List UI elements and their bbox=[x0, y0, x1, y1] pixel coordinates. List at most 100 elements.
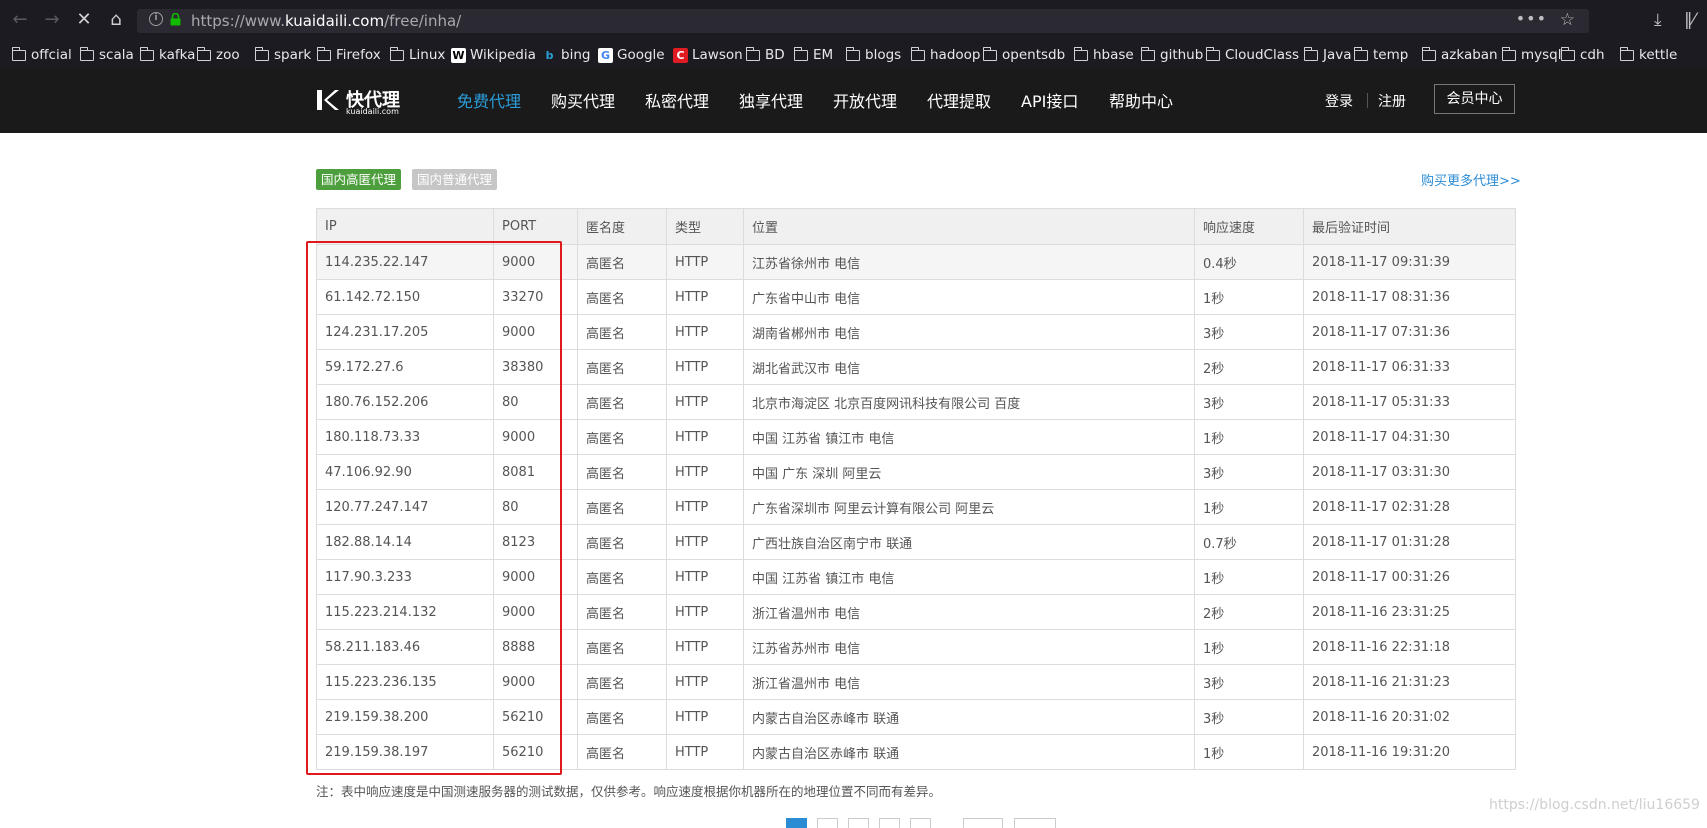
library-icon[interactable]: ‖⁄ bbox=[1684, 10, 1695, 30]
cell-ip: 219.159.38.197 bbox=[316, 734, 494, 770]
page-actions-icon[interactable]: ••• bbox=[1516, 9, 1547, 28]
cell-location: 北京市海淀区 北京百度网讯科技有限公司 百度 bbox=[743, 384, 1195, 420]
bookmark-blogs[interactable]: blogs bbox=[845, 46, 901, 64]
bookmark-label: github bbox=[1160, 47, 1204, 63]
bookmark-linux[interactable]: Linux bbox=[389, 46, 445, 64]
bookmark-bd[interactable]: BD bbox=[745, 46, 785, 64]
kuaidaili-logo-icon bbox=[317, 90, 339, 110]
cell-verified-time: 2018-11-17 00:31:26 bbox=[1303, 559, 1516, 595]
bookmark-scala[interactable]: scala bbox=[79, 46, 134, 64]
cell-ip: 180.118.73.33 bbox=[316, 419, 494, 455]
pagination-page[interactable] bbox=[817, 818, 838, 828]
table-row: 47.106.92.90 8081 高匿名 HTTP 中国 广东 深圳 阿里云 3秒 201… bbox=[316, 454, 1516, 490]
cell-type: HTTP bbox=[666, 664, 744, 700]
bookmark-java[interactable]: Java bbox=[1303, 46, 1352, 64]
cell-verified-time: 2018-11-17 04:31:30 bbox=[1303, 419, 1516, 455]
cell-port: 8888 bbox=[493, 629, 578, 665]
bookmark-em[interactable]: EM bbox=[793, 46, 833, 64]
cell-ip: 114.235.22.147 bbox=[316, 244, 494, 280]
tab-domestic-high-anonymous[interactable]: 国内高匿代理 bbox=[316, 169, 402, 190]
stop-loading-icon[interactable]: ✕ bbox=[72, 8, 96, 32]
cell-type: HTTP bbox=[666, 454, 744, 490]
bookmark-lawson[interactable]: C Lawson bbox=[673, 46, 743, 64]
cell-port: 56210 bbox=[493, 734, 578, 770]
pagination-page[interactable] bbox=[786, 818, 807, 828]
download-icon[interactable]: ⤓ bbox=[1654, 10, 1662, 30]
bookmark-star-icon[interactable]: ☆ bbox=[1560, 10, 1575, 30]
nav-api[interactable]: API接口 bbox=[1021, 88, 1078, 112]
column-header-speed: 响应速度 bbox=[1194, 208, 1304, 245]
cell-anonymity: 高匿名 bbox=[577, 699, 667, 735]
cell-port: 9000 bbox=[493, 419, 578, 455]
bookmark-firefox[interactable]: Firefox bbox=[316, 46, 381, 64]
register-link[interactable]: 注册 bbox=[1378, 91, 1406, 111]
bookmark-zoo[interactable]: zoo bbox=[196, 46, 240, 64]
cell-verified-time: 2018-11-17 06:31:33 bbox=[1303, 349, 1516, 385]
cell-location: 江苏省徐州市 电信 bbox=[743, 244, 1195, 280]
member-center-button[interactable]: 会员中心 bbox=[1434, 84, 1515, 114]
cell-speed: 2秒 bbox=[1194, 349, 1304, 385]
cell-port: 8081 bbox=[493, 454, 578, 490]
address-bar[interactable]: i https://www.kuaidaili.com/free/inha/ •… bbox=[137, 9, 1589, 33]
cell-ip: 115.223.236.135 bbox=[316, 664, 494, 700]
bookmark-spark[interactable]: spark bbox=[254, 46, 311, 64]
nav-free-proxy[interactable]: 免费代理 bbox=[457, 88, 521, 112]
nav-help-center[interactable]: 帮助中心 bbox=[1109, 88, 1173, 112]
cell-port: 9000 bbox=[493, 594, 578, 630]
nav-proxy-extract[interactable]: 代理提取 bbox=[927, 88, 991, 112]
cell-anonymity: 高匿名 bbox=[577, 384, 667, 420]
login-link[interactable]: 登录 bbox=[1325, 91, 1353, 111]
cell-verified-time: 2018-11-16 19:31:20 bbox=[1303, 734, 1516, 770]
table-row: 115.223.214.132 9000 高匿名 HTTP 浙江省温州市 电信 2秒 201… bbox=[316, 594, 1516, 630]
bookmark-bing[interactable]: b bing bbox=[542, 46, 591, 64]
pagination-page[interactable] bbox=[879, 818, 900, 828]
tab-domestic-normal[interactable]: 国内普通代理 bbox=[412, 169, 498, 190]
pagination-page[interactable] bbox=[963, 818, 1003, 828]
bookmark-wikipedia[interactable]: W Wikipedia bbox=[451, 46, 536, 64]
cell-ip: 59.172.27.6 bbox=[316, 349, 494, 385]
folder-icon bbox=[1501, 46, 1516, 61]
nav-open-proxy[interactable]: 开放代理 bbox=[833, 88, 897, 112]
bookmark-kettle[interactable]: kettle bbox=[1619, 46, 1677, 64]
nav-exclusive-proxy[interactable]: 独享代理 bbox=[739, 88, 803, 112]
bookmark-offcial[interactable]: offcial bbox=[11, 46, 72, 64]
bookmark-mysql[interactable]: mysql bbox=[1501, 46, 1562, 64]
nav-private-proxy[interactable]: 私密代理 bbox=[645, 88, 709, 112]
bookmark-opentsdb[interactable]: opentsdb bbox=[982, 46, 1065, 64]
bookmark-kafka[interactable]: kafka bbox=[139, 46, 195, 64]
cell-location: 广东省深圳市 阿里云计算有限公司 阿里云 bbox=[743, 489, 1195, 525]
bookmark-cloudclass[interactable]: CloudClass bbox=[1205, 46, 1300, 64]
back-icon[interactable]: ← bbox=[8, 8, 32, 32]
table-row: 182.88.14.14 8123 高匿名 HTTP 广西壮族自治区南宁市 联通 0.7秒… bbox=[316, 524, 1516, 560]
cell-speed: 0.4秒 bbox=[1194, 244, 1304, 280]
bookmark-temp[interactable]: temp bbox=[1353, 46, 1408, 64]
bookmark-label: CloudClass bbox=[1225, 47, 1300, 63]
bookmark-github[interactable]: github bbox=[1140, 46, 1204, 64]
pagination-page[interactable] bbox=[910, 818, 931, 828]
bookmark-hadoop[interactable]: hadoop bbox=[910, 46, 981, 64]
cell-location: 湖南省郴州市 电信 bbox=[743, 314, 1195, 350]
bookmark-azkaban[interactable]: azkaban bbox=[1421, 46, 1498, 64]
buy-more-proxy-link[interactable]: 购买更多代理>> bbox=[1421, 170, 1521, 189]
forward-icon[interactable]: → bbox=[40, 8, 64, 32]
cell-type: HTTP bbox=[666, 349, 744, 385]
home-icon[interactable]: ⌂ bbox=[104, 8, 128, 32]
bookmark-google[interactable]: G Google bbox=[598, 46, 665, 64]
site-info-icon[interactable]: i bbox=[149, 12, 163, 26]
bookmark-cdh[interactable]: cdh bbox=[1560, 46, 1605, 64]
cell-verified-time: 2018-11-17 09:31:39 bbox=[1303, 244, 1516, 280]
folder-icon bbox=[910, 46, 925, 61]
pagination-next[interactable] bbox=[1014, 818, 1056, 828]
column-header-ip: IP bbox=[316, 208, 494, 245]
nav-buy-proxy[interactable]: 购买代理 bbox=[551, 88, 615, 112]
cell-anonymity: 高匿名 bbox=[577, 419, 667, 455]
folder-icon bbox=[316, 46, 331, 61]
cell-type: HTTP bbox=[666, 314, 744, 350]
google-icon: G bbox=[598, 47, 613, 63]
column-header-anonymity: 匿名度 bbox=[577, 208, 667, 245]
bookmark-hbase[interactable]: hbase bbox=[1073, 46, 1134, 64]
table-header-row: IP PORT 匿名度 类型 位置 响应速度 最后验证时间 bbox=[316, 208, 1516, 245]
folder-icon bbox=[389, 46, 404, 61]
pagination-page[interactable] bbox=[848, 818, 869, 828]
cell-anonymity: 高匿名 bbox=[577, 594, 667, 630]
